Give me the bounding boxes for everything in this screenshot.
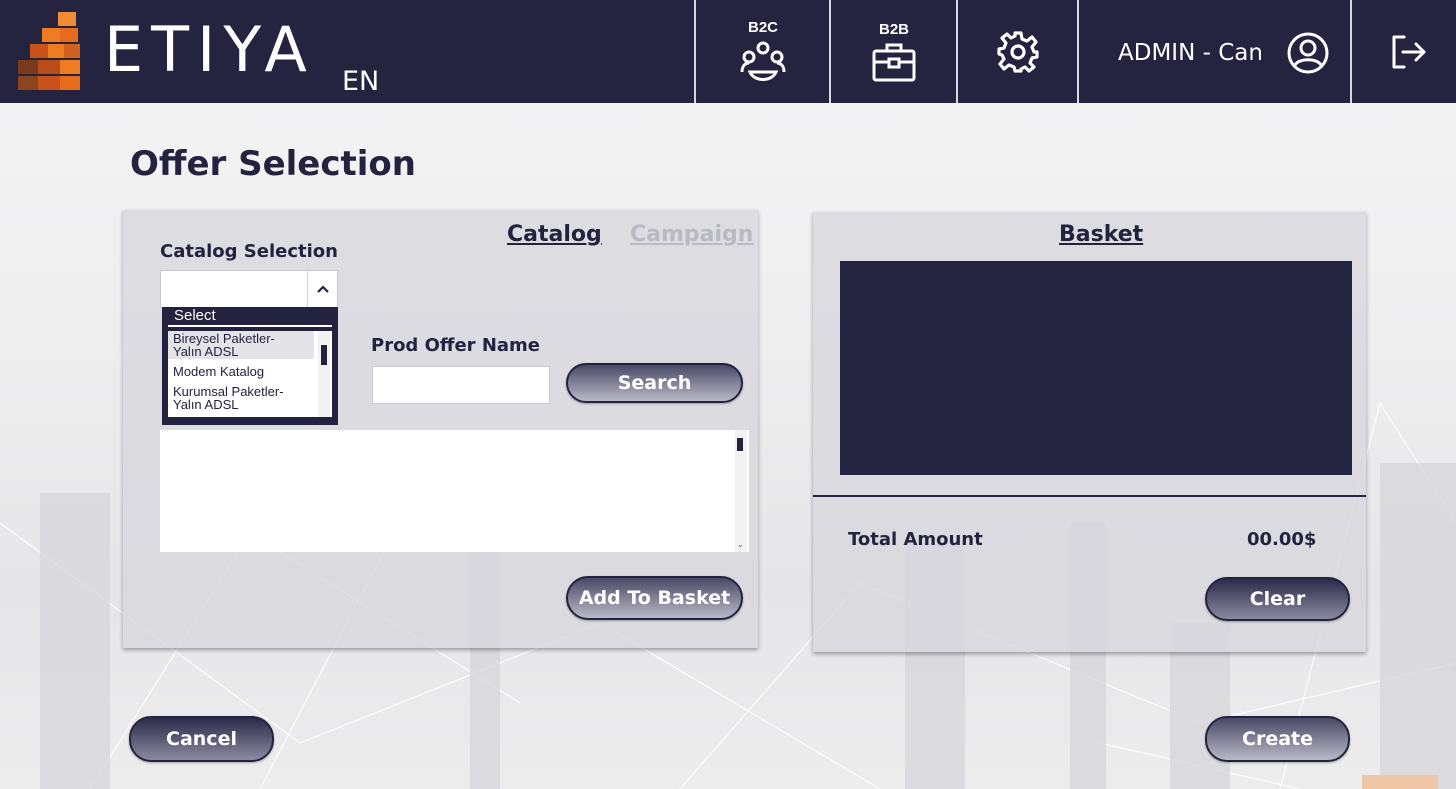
dropdown-option[interactable]: Bireysel Paketler- Yalın ADSL xyxy=(168,331,314,359)
chevron-up-icon xyxy=(316,285,329,293)
total-amount-value: 00.00$ xyxy=(1247,529,1317,550)
user-name: ADMIN - Can xyxy=(1118,40,1263,66)
prod-offer-name-input[interactable] xyxy=(372,366,550,404)
add-to-basket-button[interactable]: Add To Basket xyxy=(566,576,743,620)
basket-divider xyxy=(813,495,1366,497)
catalog-dropdown: Select Bireysel Paketler- Yalın ADSL Mod… xyxy=(162,307,338,425)
prod-offer-name-label: Prod Offer Name xyxy=(371,335,540,356)
header-divider xyxy=(1350,0,1352,103)
search-button[interactable]: Search xyxy=(566,363,743,403)
basket-items-area[interactable] xyxy=(840,261,1352,475)
basket-panel: Basket Total Amount 00.00$ Clear xyxy=(813,212,1366,652)
b2c-button[interactable]: B2C xyxy=(696,0,830,103)
dropdown-scroll-thumb[interactable] xyxy=(321,345,327,365)
settings-button[interactable] xyxy=(958,0,1078,103)
b2b-label: B2B xyxy=(878,21,909,38)
results-scroll-thumb[interactable] xyxy=(737,438,743,451)
dropdown-header: Select xyxy=(168,307,332,327)
dropdown-option[interactable]: Kurumsal Paketler- Yalın ADSL xyxy=(168,384,314,412)
page-title: Offer Selection xyxy=(130,144,416,184)
tab-campaign[interactable]: Campaign xyxy=(630,222,753,247)
catalog-select[interactable] xyxy=(160,270,338,308)
settings-gear-icon xyxy=(997,30,1039,73)
results-scrollbar[interactable]: ⌄ xyxy=(735,430,747,552)
dropdown-option[interactable]: Modem Katalog xyxy=(168,364,314,379)
user-avatar-icon[interactable] xyxy=(1286,31,1330,75)
create-button[interactable]: Create xyxy=(1205,716,1350,762)
logo-text: ETIYA xyxy=(104,13,315,86)
dropdown-options: Bireysel Paketler- Yalın ADSL Modem Kata… xyxy=(168,331,332,417)
b2b-briefcase-icon xyxy=(872,43,916,82)
b2b-button[interactable]: B2B xyxy=(831,0,957,103)
language-selector[interactable]: EN xyxy=(342,66,379,97)
etiya-logo-icon xyxy=(18,12,80,90)
catalog-panel: Catalog Campaign Catalog Selection Prod … xyxy=(123,210,758,648)
scroll-down-icon[interactable]: ⌄ xyxy=(737,540,744,549)
clear-button[interactable]: Clear xyxy=(1205,577,1350,621)
basket-title: Basket xyxy=(1059,222,1144,247)
dropdown-scrollbar[interactable] xyxy=(318,331,330,417)
tab-catalog[interactable]: Catalog xyxy=(507,222,602,247)
catalog-selection-label: Catalog Selection xyxy=(160,241,338,262)
offer-results-list[interactable]: ⌄ xyxy=(160,430,749,552)
top-navigation-bar: ETIYA EN B2C B2B ADMIN - Can xyxy=(0,0,1456,103)
header-divider xyxy=(1077,0,1079,103)
select-toggle[interactable] xyxy=(307,271,337,307)
b2c-people-icon xyxy=(740,41,786,81)
b2c-label: B2C xyxy=(747,19,778,36)
total-amount-label: Total Amount xyxy=(848,529,983,550)
logout-icon[interactable] xyxy=(1390,34,1428,70)
cancel-button[interactable]: Cancel xyxy=(129,716,274,762)
